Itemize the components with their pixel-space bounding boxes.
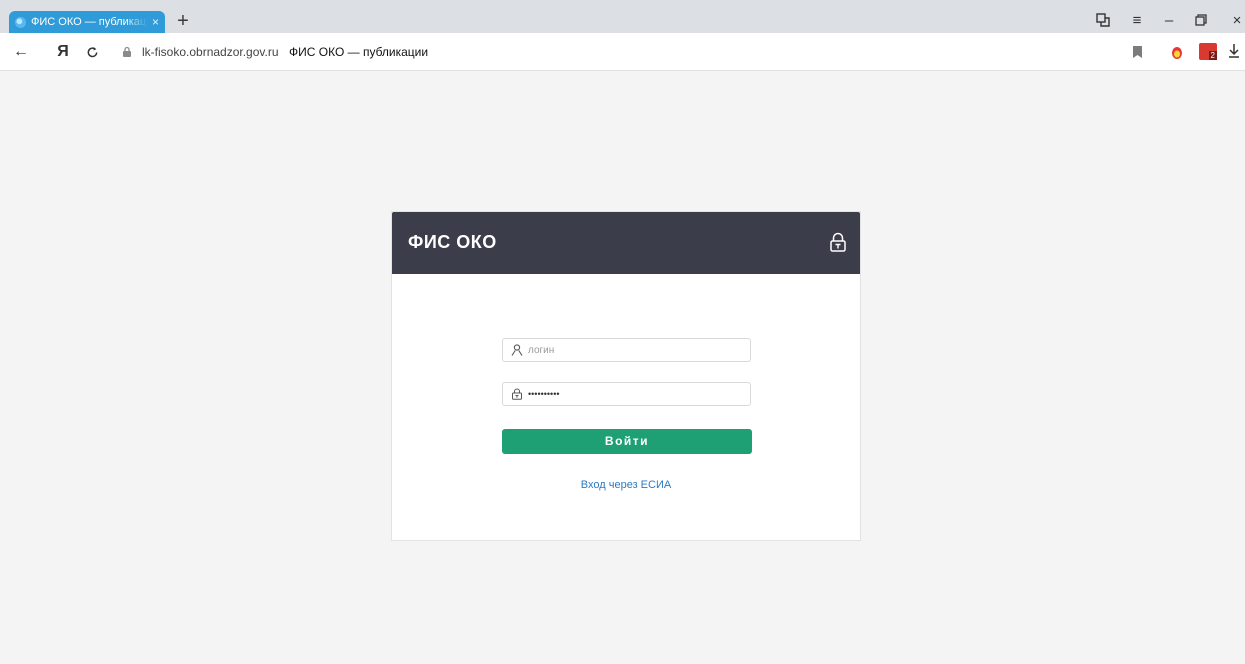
login-button[interactable]: Войти (502, 429, 752, 454)
brand-title: ФИС ОКО (408, 232, 497, 252)
back-button[interactable]: ← (10, 41, 32, 63)
browser-tab-active[interactable]: ФИС ОКО — публикации × (9, 11, 165, 33)
username-field[interactable] (502, 338, 751, 362)
browser-titlebar: ФИС ОКО — публикации × + ≡ – × (0, 0, 1245, 33)
tab-close-icon[interactable]: × (152, 15, 159, 29)
site-favicon-icon (15, 16, 26, 28)
login-card: ФИС ОКО Войти Вход через ЕСИА (391, 211, 861, 541)
url-domain[interactable]: lk-fisoko.obrnadzor.gov.ru (142, 45, 279, 59)
login-card-header: ФИС ОКО (392, 212, 860, 274)
yandex-logo-icon[interactable]: Я (52, 41, 74, 63)
secure-lock-icon[interactable] (121, 46, 133, 58)
download-icon[interactable] (1228, 43, 1240, 59)
password-lock-icon (512, 388, 522, 400)
reload-button[interactable] (81, 41, 103, 63)
tabs-overview-icon[interactable] (1093, 10, 1113, 30)
address-bar: ← Я lk-fisoko.obrnadzor.gov.ru ФИС ОКО —… (0, 33, 1245, 71)
close-window-button[interactable]: × (1227, 10, 1245, 30)
url-page-title[interactable]: ФИС ОКО — публикации (289, 45, 428, 59)
new-tab-button[interactable]: + (173, 11, 193, 33)
bookmark-icon[interactable] (1133, 46, 1142, 58)
extension-badge-icon[interactable]: 2 (1199, 43, 1217, 60)
tab-title: ФИС ОКО — публикации (31, 16, 148, 28)
minimize-button[interactable]: – (1159, 10, 1179, 30)
extension-badge-count: 2 (1208, 51, 1217, 60)
extension-fire-icon[interactable] (1171, 44, 1183, 60)
lock-icon (830, 232, 846, 252)
password-input[interactable] (528, 384, 738, 404)
browser-menu-icon[interactable]: ≡ (1127, 10, 1147, 30)
user-icon (511, 344, 523, 356)
restore-button[interactable] (1191, 10, 1211, 30)
username-input[interactable] (528, 340, 738, 360)
password-field[interactable] (502, 382, 751, 406)
esia-login-link[interactable]: Вход через ЕСИА (392, 479, 860, 491)
